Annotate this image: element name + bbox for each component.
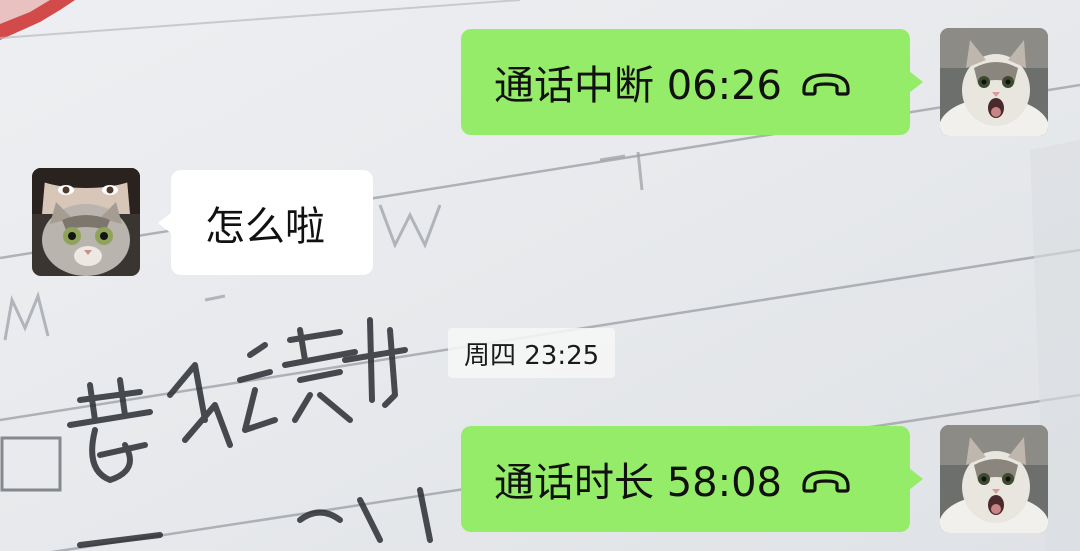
message-text: 通话中断 06:26 xyxy=(494,63,782,109)
contact-avatar[interactable] xyxy=(32,168,140,276)
incoming-message-bubble[interactable]: 怎么啦 xyxy=(158,170,373,275)
phone-hangup-icon xyxy=(802,470,850,493)
call-interrupted-message[interactable]: 通话中断 06:26 xyxy=(461,29,923,135)
call-duration-message[interactable]: 通话时长 58:08 xyxy=(461,426,923,532)
message-text: 通话时长 58:08 xyxy=(494,460,782,506)
message-text: 怎么啦 xyxy=(205,203,325,250)
chat-timestamp: 周四 23:25 xyxy=(448,328,616,378)
my-avatar[interactable] xyxy=(940,425,1048,533)
phone-hangup-icon xyxy=(802,73,850,96)
my-avatar[interactable] xyxy=(940,28,1048,136)
